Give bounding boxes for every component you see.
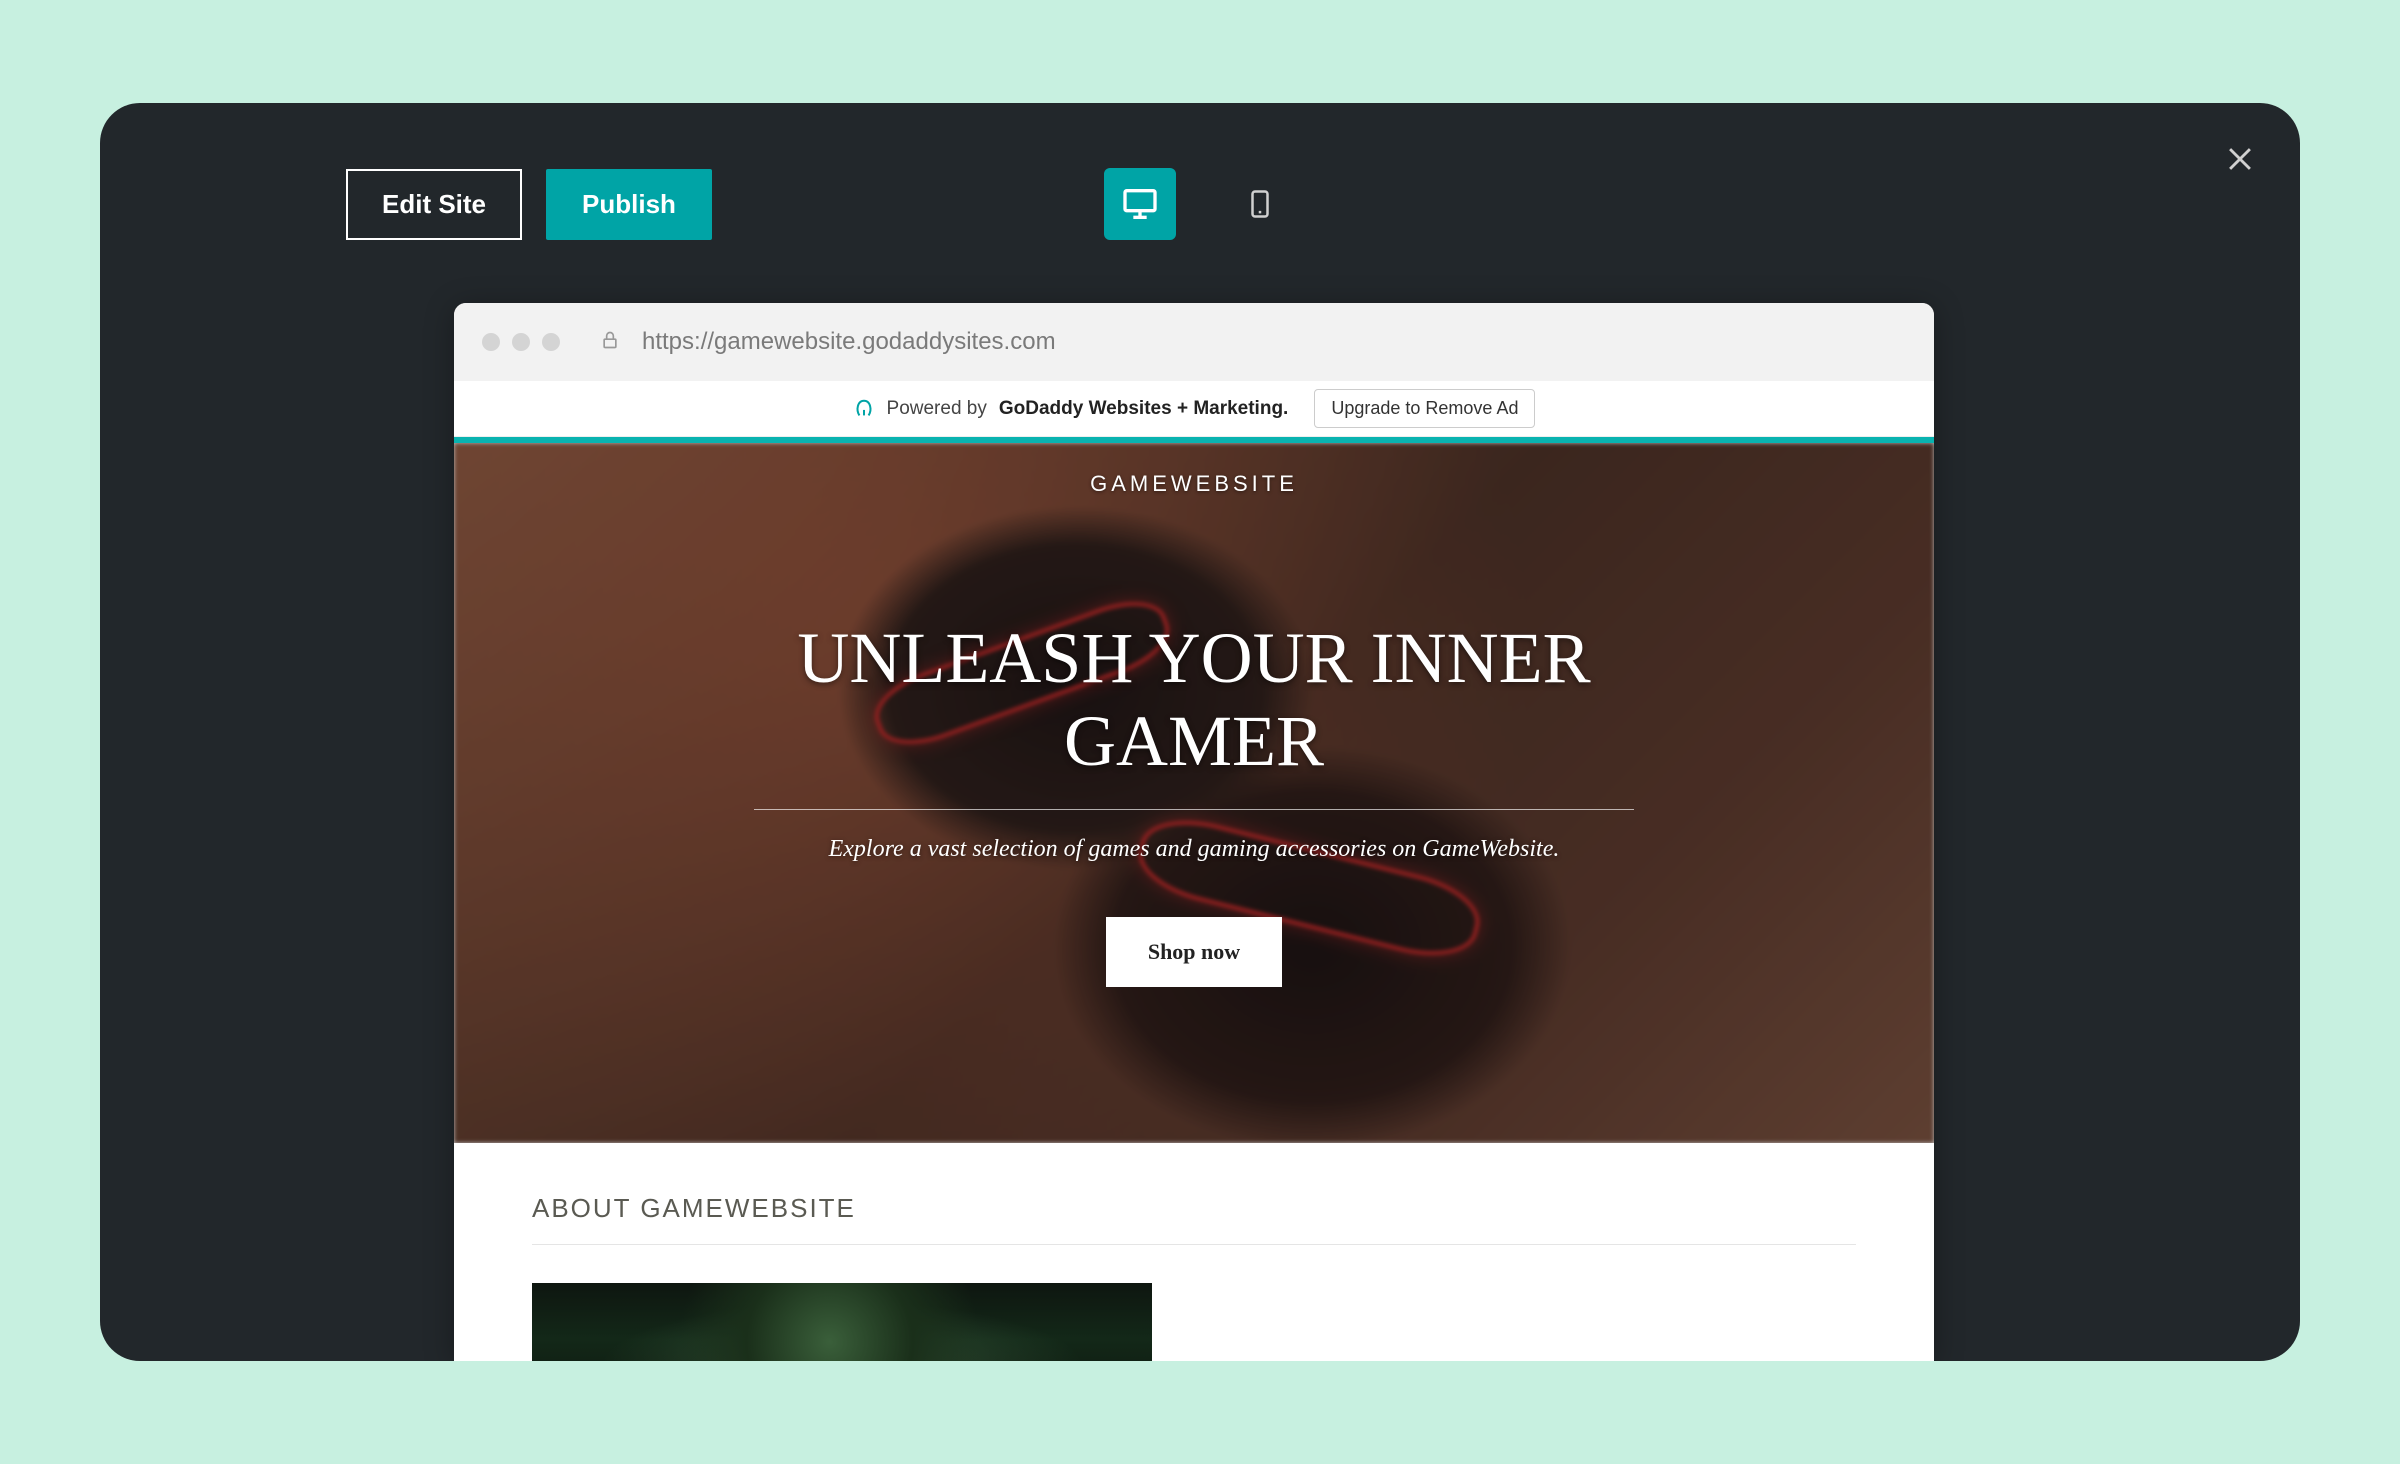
- lock-icon: [600, 329, 620, 356]
- godaddy-logo-icon: [853, 398, 875, 420]
- desktop-view-button[interactable]: [1104, 168, 1176, 240]
- window-dot: [542, 333, 560, 351]
- promo-prefix: Powered by: [887, 398, 987, 420]
- preview-modal: Edit Site Publish https://gamewebsite.go…: [100, 103, 2300, 1361]
- about-image: [532, 1283, 1152, 1361]
- upgrade-button[interactable]: Upgrade to Remove Ad: [1314, 389, 1535, 428]
- edit-site-button[interactable]: Edit Site: [346, 169, 522, 240]
- url-display: https://gamewebsite.godaddysites.com: [642, 328, 1056, 356]
- about-section: ABOUT GAMEWEBSITE: [454, 1143, 1934, 1361]
- about-heading: ABOUT GAMEWEBSITE: [532, 1193, 1856, 1245]
- mobile-icon: [1245, 185, 1275, 223]
- window-controls: [482, 333, 560, 351]
- close-button[interactable]: [2220, 139, 2260, 179]
- promo-brand: GoDaddy Websites + Marketing.: [999, 398, 1288, 420]
- toolbar: Edit Site Publish: [346, 165, 2054, 243]
- site-preview-frame: https://gamewebsite.godaddysites.com Pow…: [454, 303, 1934, 1361]
- hero-section: GAMEWEBSITE UNLEASH YOUR INNER GAMER Exp…: [454, 443, 1934, 1143]
- hero-subheading: Explore a vast selection of games and ga…: [454, 836, 1934, 863]
- site-name: GAMEWEBSITE: [454, 471, 1934, 497]
- close-icon: [2223, 142, 2257, 176]
- hero-headline: UNLEASH YOUR INNER GAMER: [754, 617, 1634, 783]
- mobile-view-button[interactable]: [1224, 168, 1296, 240]
- shop-now-button[interactable]: Shop now: [1106, 917, 1282, 987]
- window-dot: [512, 333, 530, 351]
- desktop-icon: [1120, 184, 1160, 224]
- window-dot: [482, 333, 500, 351]
- browser-chrome: https://gamewebsite.godaddysites.com: [454, 303, 1934, 381]
- hero-divider: [754, 809, 1634, 810]
- publish-button[interactable]: Publish: [546, 169, 712, 240]
- promo-bar: Powered by GoDaddy Websites + Marketing.…: [454, 381, 1934, 437]
